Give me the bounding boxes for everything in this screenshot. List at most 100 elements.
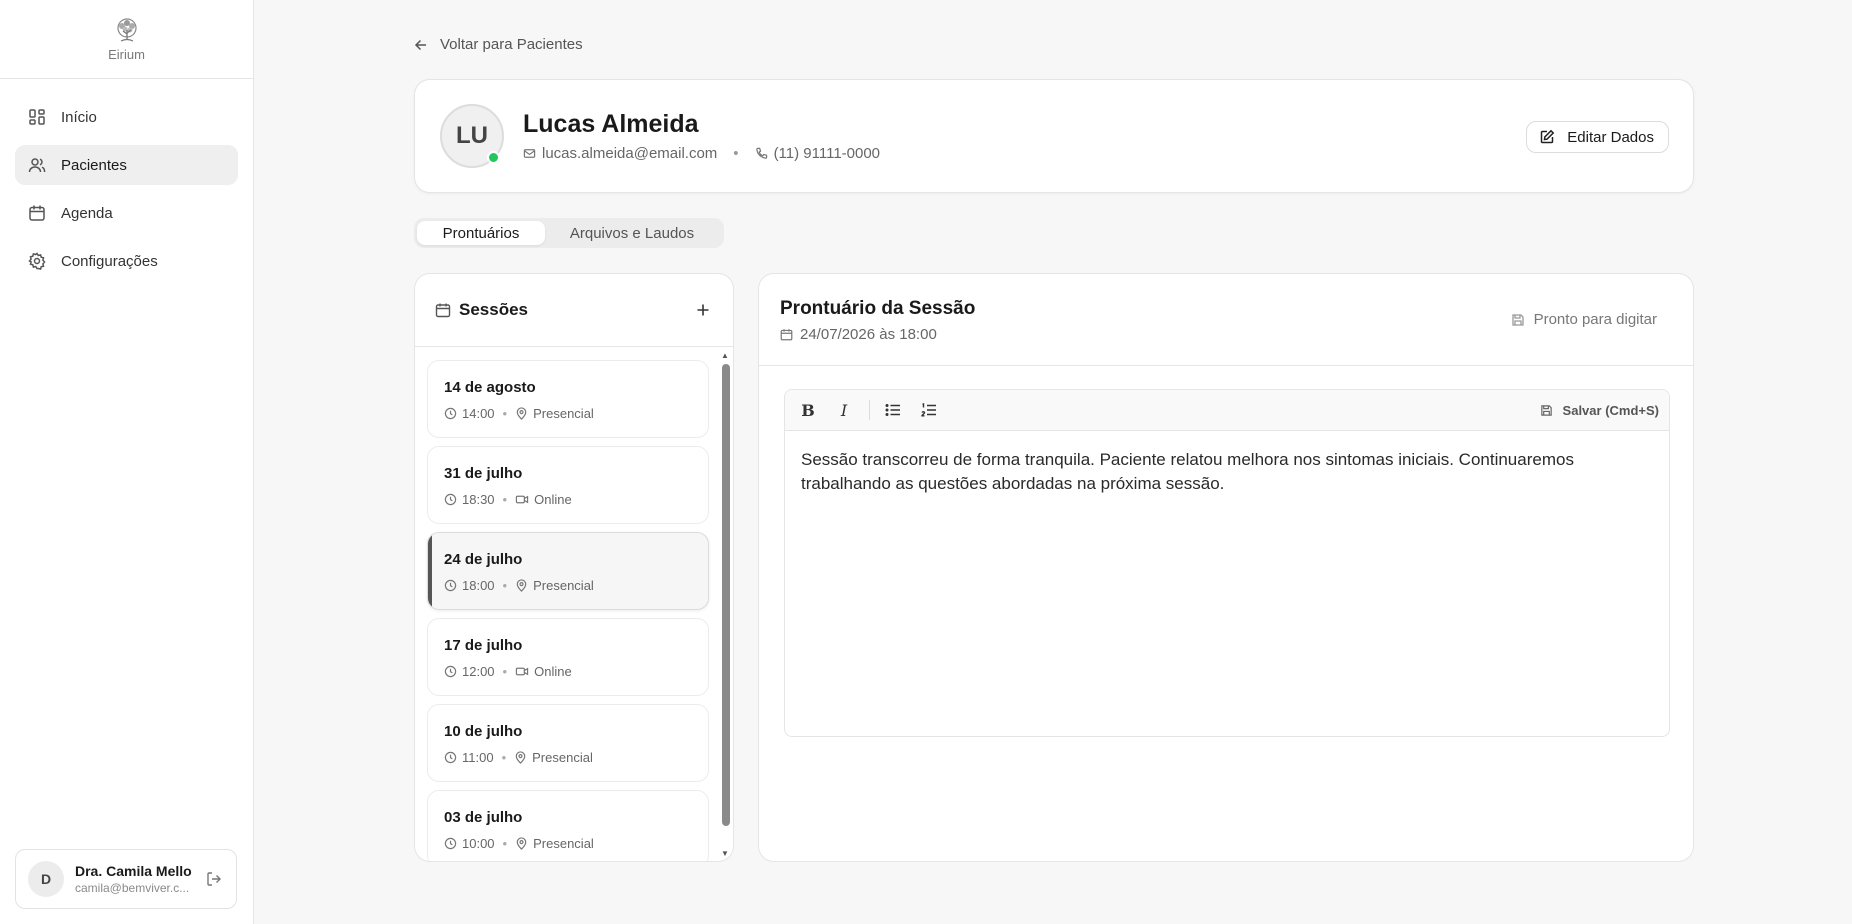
save-button[interactable]: Salvar (Cmd+S) <box>1540 403 1659 418</box>
tree-logo-icon <box>116 18 137 42</box>
main-nav: Início Pacientes Agenda Configurações <box>0 79 253 307</box>
session-date: 31 de julho <box>444 465 523 482</box>
patient-name: Lucas Almeida <box>523 110 699 138</box>
session-mode: Presencial <box>533 836 594 851</box>
scroll-down-arrow-icon[interactable]: ▼ <box>719 848 731 858</box>
scroll-up-arrow-icon[interactable]: ▲ <box>719 350 731 360</box>
session-card-selected[interactable]: 24 de julho 18:00 • Presencial <box>427 532 709 610</box>
session-mode: Presencial <box>533 578 594 593</box>
meta-separator: • <box>502 492 508 507</box>
toolbar-divider <box>869 400 870 420</box>
numbered-list-icon <box>921 403 936 417</box>
clock-icon <box>444 493 457 506</box>
editor-toolbar: B I Salvar (Cmd+S) <box>785 390 1669 431</box>
tab-arquivos-laudos[interactable]: Arquivos e Laudos <box>545 221 719 245</box>
session-card[interactable]: 14 de agosto 14:00 • Presencial <box>427 360 709 438</box>
save-icon <box>1511 313 1525 327</box>
sidebar-item-agenda[interactable]: Agenda <box>15 193 238 233</box>
plus-icon <box>697 304 709 316</box>
calendar-icon <box>780 328 793 341</box>
meta-separator: • <box>502 664 508 679</box>
sidebar-item-label: Agenda <box>61 204 113 222</box>
session-meta: 14:00 • Presencial <box>444 406 692 421</box>
session-time: 10:00 <box>462 836 495 851</box>
bullet-list-button[interactable] <box>880 397 906 423</box>
meta-separator: • <box>502 406 508 421</box>
back-link[interactable]: Voltar para Pacientes <box>414 36 583 53</box>
record-tabs: Prontuários Arquivos e Laudos <box>414 218 724 248</box>
session-time: 14:00 <box>462 406 495 421</box>
meta-separator: • <box>502 578 508 593</box>
bold-button[interactable]: B <box>795 397 821 423</box>
bullet-list-icon <box>885 404 900 416</box>
edit-button-label: Editar Dados <box>1567 128 1654 146</box>
user-name: Dra. Camila Mello <box>75 863 192 879</box>
user-info: Dra. Camila Mello camila@bemviver.c... <box>75 863 200 895</box>
session-mode: Online <box>534 664 572 679</box>
map-pin-icon <box>515 837 528 850</box>
arrow-left-icon <box>414 38 428 52</box>
session-date: 10 de julho <box>444 723 523 740</box>
session-card[interactable]: 03 de julho 10:00 • Presencial <box>427 790 709 861</box>
calendar-icon <box>27 203 47 223</box>
session-meta: 10:00 • Presencial <box>444 836 692 851</box>
save-icon <box>1540 404 1553 417</box>
video-icon <box>515 665 529 678</box>
add-session-button[interactable] <box>693 300 713 320</box>
session-date: 24 de julho <box>444 551 523 568</box>
back-link-label: Voltar para Pacientes <box>440 36 583 53</box>
save-status: Pronto para digitar <box>1511 311 1657 328</box>
map-pin-icon <box>515 579 528 592</box>
edit-icon <box>1539 129 1555 145</box>
clock-icon <box>444 751 457 764</box>
patient-contact: lucas.almeida@email.com • (11) 91111-000… <box>523 145 880 162</box>
meta-separator: • <box>501 750 507 765</box>
session-card[interactable]: 17 de julho 12:00 • Online <box>427 618 709 696</box>
sidebar-item-label: Configurações <box>61 252 158 270</box>
calendar-icon <box>435 302 451 318</box>
phone-icon <box>755 147 768 160</box>
patient-email[interactable]: lucas.almeida@email.com <box>542 145 717 162</box>
editor-content[interactable]: Sessão transcorreu de forma tranquila. P… <box>785 431 1669 513</box>
save-button-label: Salvar (Cmd+S) <box>1562 402 1659 418</box>
clock-icon <box>444 665 457 678</box>
session-mode: Presencial <box>533 406 594 421</box>
numbered-list-button[interactable] <box>916 397 942 423</box>
patient-header: LU Lucas Almeida lucas.almeida@email.com… <box>414 79 1694 193</box>
sidebar-item-configuracoes[interactable]: Configurações <box>15 241 238 281</box>
sessions-list: 14 de agosto 14:00 • Presencial 31 de ju… <box>427 360 709 861</box>
session-record-panel: Prontuário da Sessão 24/07/2026 às 18:00… <box>758 273 1694 862</box>
sessions-scrollbar[interactable]: ▲ ▼ <box>719 350 731 858</box>
italic-button[interactable]: I <box>831 397 857 423</box>
scroll-thumb[interactable] <box>722 364 730 826</box>
session-meta: 12:00 • Online <box>444 664 692 679</box>
video-icon <box>515 493 529 506</box>
session-card[interactable]: 10 de julho 11:00 • Presencial <box>427 704 709 782</box>
edit-patient-button[interactable]: Editar Dados <box>1526 121 1669 153</box>
sidebar-item-pacientes[interactable]: Pacientes <box>15 145 238 185</box>
logo[interactable]: Eirium <box>0 0 253 79</box>
record-datetime-text: 24/07/2026 às 18:00 <box>800 326 937 343</box>
session-time: 18:00 <box>462 578 495 593</box>
clock-icon <box>444 837 457 850</box>
tab-prontuarios[interactable]: Prontuários <box>417 221 545 245</box>
session-date: 14 de agosto <box>444 379 536 396</box>
session-mode: Presencial <box>532 750 593 765</box>
dashboard-icon <box>27 107 47 127</box>
logout-icon[interactable] <box>204 869 224 889</box>
sidebar-item-label: Início <box>61 108 97 126</box>
patient-phone[interactable]: (11) 91111-0000 <box>774 145 880 162</box>
session-time: 18:30 <box>462 492 495 507</box>
sidebar-item-inicio[interactable]: Início <box>15 97 238 137</box>
map-pin-icon <box>515 407 528 420</box>
avatar[interactable]: D <box>28 861 64 897</box>
session-date: 17 de julho <box>444 637 523 654</box>
users-icon <box>27 155 47 175</box>
session-mode: Online <box>534 492 572 507</box>
gear-icon <box>27 251 47 271</box>
user-email: camila@bemviver.c... <box>75 881 190 895</box>
user-card: D Dra. Camila Mello camila@bemviver.c... <box>15 849 237 909</box>
session-date: 03 de julho <box>444 809 523 826</box>
session-meta: 18:00 • Presencial <box>444 578 692 593</box>
session-card[interactable]: 31 de julho 18:30 • Online <box>427 446 709 524</box>
